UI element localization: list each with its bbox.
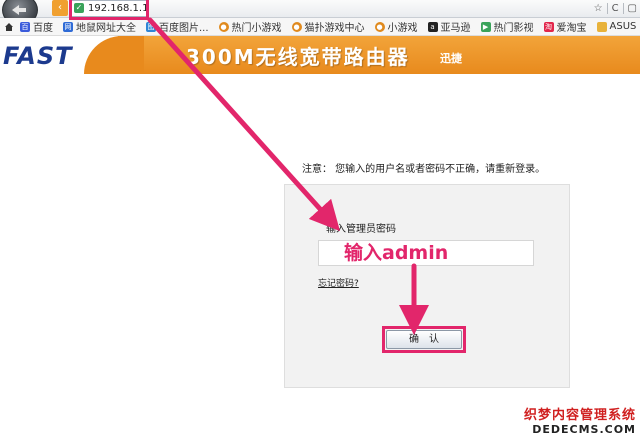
bookmark-game-center[interactable]: ● 猫扑游戏中心 xyxy=(291,19,365,34)
watermark-title: 织梦内容管理系统 xyxy=(523,408,636,423)
small-game-icon: ● xyxy=(374,21,385,32)
bookmark-label: 猫扑游戏中心 xyxy=(304,23,365,34)
bookmark-label: 百度图片... xyxy=(159,23,209,34)
folder-icon xyxy=(596,21,607,32)
favorite-star-icon[interactable]: ☆ xyxy=(594,3,603,14)
forgot-password-link[interactable]: 忘记密码? xyxy=(318,276,359,289)
game-icon: ● xyxy=(218,21,229,32)
bookmark-videos[interactable]: ▶ 热门影视 xyxy=(480,19,534,34)
url-highlight-box xyxy=(69,0,149,20)
bookmark-images[interactable]: 图 百度图片... xyxy=(146,19,209,34)
watermark: 织梦内容管理系统 DEDECMS.COM xyxy=(524,404,636,436)
home-icon xyxy=(5,22,13,31)
bookmark-label: 亚马逊 xyxy=(440,23,471,34)
taobao-icon: 淘 xyxy=(543,21,554,32)
amazon-icon: a xyxy=(427,21,438,32)
password-input[interactable]: 输入admin xyxy=(318,240,534,266)
bookmark-hot-games[interactable]: ● 热门小游戏 xyxy=(218,19,282,34)
video-icon: ▶ xyxy=(480,21,491,32)
bookmark-label: 爱淘宝 xyxy=(556,23,587,34)
bookmark-amazon[interactable]: a 亚马逊 xyxy=(427,19,471,34)
bookmark-baidu[interactable]: 百 百度 xyxy=(20,19,53,34)
password-label: 输入管理员密码 xyxy=(326,224,396,235)
game-center-icon: ● xyxy=(291,21,302,32)
bookmark-label: 百度 xyxy=(33,23,53,34)
page-icon[interactable]: ▢ xyxy=(628,3,637,14)
header-banner-curve xyxy=(84,36,144,74)
bookmark-taobao[interactable]: 淘 爱淘宝 xyxy=(543,19,587,34)
password-annotation: 输入admin xyxy=(344,242,449,264)
bookmarks-bar: 百 百度 网 地鼠网址大全 图 百度图片... ● 热门小游戏 ● 猫扑游戏中心… xyxy=(0,18,640,36)
brand-name: 迅捷 xyxy=(440,52,462,65)
refresh-icon[interactable]: C xyxy=(612,3,619,14)
bookmark-asus[interactable]: ASUS E-Ser... xyxy=(596,21,640,32)
bookmark-site[interactable]: 网 地鼠网址大全 xyxy=(63,19,136,34)
fast-logo: FAST xyxy=(3,42,73,70)
address-bar-controls: ☆ C ▢ xyxy=(594,0,640,16)
product-title: 300M无线宽带路由器 xyxy=(186,45,410,69)
image-icon: 图 xyxy=(146,21,156,32)
bookmark-label: 地鼠网址大全 xyxy=(76,23,136,34)
bookmark-label: 热门小游戏 xyxy=(231,23,282,34)
bookmark-small-games[interactable]: ● 小游戏 xyxy=(374,19,418,34)
baidu-icon: 百 xyxy=(20,21,30,32)
bookmark-label: ASUS E-Ser... xyxy=(609,21,640,32)
bookmark-label: 小游戏 xyxy=(387,23,418,34)
error-notice: 注意： 您输入的用户名或者密码不正确，请重新登录。 xyxy=(302,164,546,175)
dropdown-arrow-icon[interactable]: ‹ xyxy=(52,0,68,16)
back-arrow-icon xyxy=(12,5,26,15)
watermark-domain: DEDECMS.COM xyxy=(532,423,636,436)
home-button[interactable] xyxy=(4,22,14,32)
divider xyxy=(622,2,624,14)
button-highlight-box xyxy=(382,326,466,353)
bookmark-label: 热门影视 xyxy=(493,23,534,34)
divider xyxy=(606,2,608,14)
site-icon: 网 xyxy=(63,21,73,32)
router-header: FAST 300M无线宽带路由器 迅捷 xyxy=(0,36,640,74)
